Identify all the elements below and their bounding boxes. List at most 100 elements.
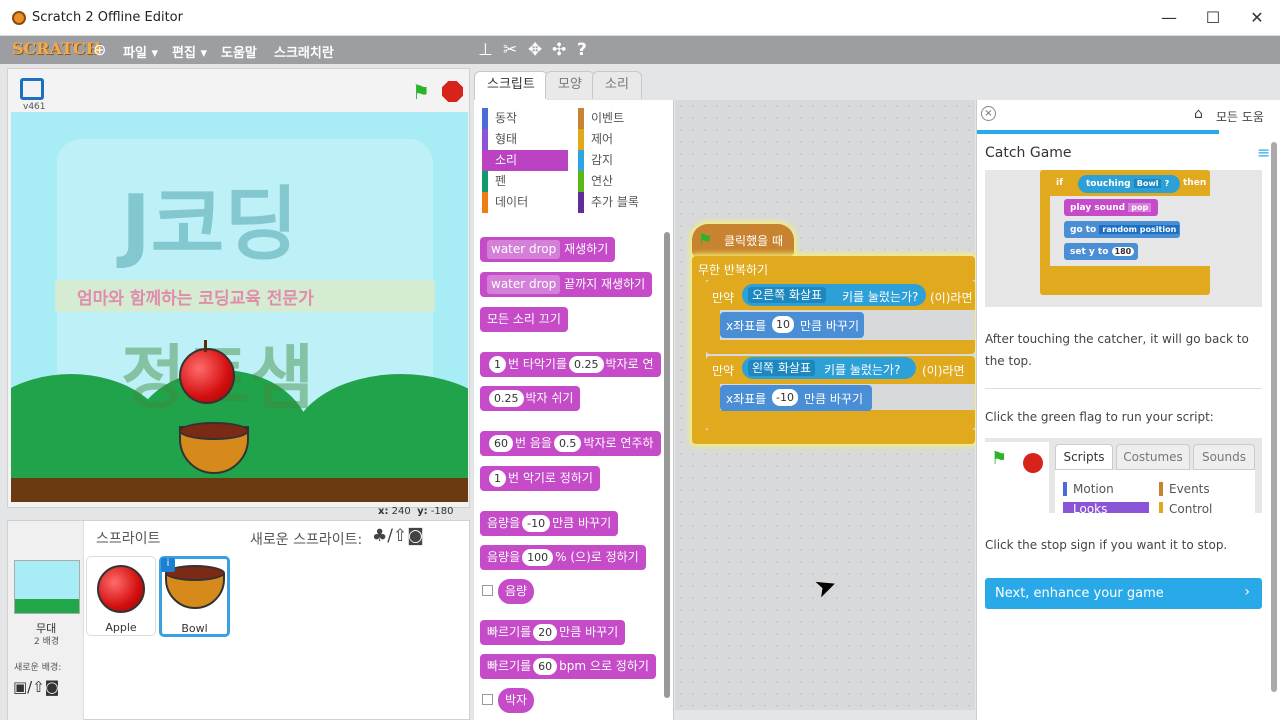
palette-scrollbar[interactable] <box>664 232 670 698</box>
key-pressed-right[interactable]: 오른쪽 화살표 키를 눌렀는가? <box>742 284 926 306</box>
block-text: 박자로 연주하 <box>583 436 654 450</box>
scratch-logo[interactable]: SCRATCH <box>12 39 101 58</box>
menu-edit[interactable]: 편집 ▾ <box>172 42 207 61</box>
all-help-link[interactable]: 모든 도움 <box>1216 108 1264 125</box>
category-pen[interactable]: 펜 <box>482 171 572 192</box>
language-globe-icon[interactable]: ⊕ <box>93 40 106 59</box>
chevron-right-icon: › <box>1244 584 1250 600</box>
input-value[interactable]: 60 <box>533 658 558 675</box>
input-value[interactable]: -10 <box>772 389 798 406</box>
stage-thumbnail[interactable] <box>14 560 80 614</box>
block-text: 끝까지 재생하기 <box>564 277 646 291</box>
tab-costumes[interactable]: 모양 <box>545 71 595 99</box>
stage-canvas[interactable]: J코딩 엄마와 함께하는 코딩교육 전문가 정토샘 <box>11 112 468 502</box>
block-text: 박자 쉬기 <box>525 391 574 405</box>
category-looks[interactable]: 형태 <box>482 129 572 150</box>
close-tips-icon[interactable]: × <box>981 106 996 121</box>
block-rest[interactable]: 0.25 박자 쉬기 <box>480 386 581 411</box>
mini-category: Events <box>1159 482 1210 496</box>
input-value[interactable]: 60 <box>489 435 513 452</box>
mini-category: Motion <box>1063 482 1114 496</box>
maximize-icon[interactable]: ☐ <box>1190 6 1236 30</box>
block-text: 키를 눌렀는가? <box>824 363 901 377</box>
block-change-tempo[interactable]: 빠르기를 20 만큼 바꾸기 <box>480 620 626 645</box>
category-motion[interactable]: 동작 <box>482 108 572 129</box>
block-text: 만약 <box>712 364 735 378</box>
category-sensing[interactable]: 감지 <box>578 150 668 171</box>
block-text: 만큼 바꾸기 <box>804 392 864 406</box>
category-sound[interactable]: 소리 <box>482 150 568 171</box>
input-value[interactable]: 100 <box>522 549 554 566</box>
input-value[interactable]: 10 <box>772 316 794 333</box>
minimize-icon[interactable]: — <box>1146 6 1192 30</box>
input-value[interactable]: 0.25 <box>489 390 524 407</box>
category-operators[interactable]: 연산 <box>578 171 668 192</box>
reporter-tempo[interactable]: 박자 <box>498 688 535 713</box>
tips-menu-icon[interactable]: ≡ <box>1257 143 1270 162</box>
change-x-block-left[interactable]: x좌표를 -10 만큼 바꾸기 <box>720 385 872 411</box>
menu-file[interactable]: 파일 ▾ <box>123 42 158 61</box>
tab-scripts[interactable]: 스크립트 <box>474 71 548 101</box>
green-flag-icon[interactable]: ⚑ <box>412 80 430 104</box>
block-play-drum[interactable]: 1번 타악기를 0.25 박자로 연 <box>480 352 661 377</box>
grow-icon[interactable]: ✥ <box>528 40 542 60</box>
apple-sprite[interactable] <box>179 348 235 404</box>
tab-sounds[interactable]: 소리 <box>592 71 642 99</box>
duplicate-stamp-icon[interactable]: ⊥ <box>478 40 493 60</box>
coord-x-label: x: <box>378 506 389 517</box>
input-value[interactable]: 1 <box>489 356 506 373</box>
backdrop-tools-icons[interactable]: ▣/⇧◙ <box>13 678 59 696</box>
change-x-block-right[interactable]: x좌표를 10 만큼 바꾸기 <box>720 312 864 338</box>
category-control[interactable]: 제어 <box>578 129 668 150</box>
mini-tab: Sounds <box>1193 444 1255 470</box>
category-events[interactable]: 이벤트 <box>578 108 668 129</box>
block-text: 키를 눌렀는가? <box>842 290 919 304</box>
block-set-tempo[interactable]: 빠르기를 60 bpm 으로 정하기 <box>480 654 656 679</box>
tips-scrollbar[interactable] <box>1271 142 1277 692</box>
category-data[interactable]: 데이터 <box>482 192 572 213</box>
menu-help[interactable]: 도움말 <box>221 42 257 61</box>
home-icon[interactable]: ⌂ <box>1194 106 1203 122</box>
block-text: 번 타악기를 <box>508 357 568 371</box>
help-question-icon[interactable]: ? <box>577 40 587 60</box>
hat-block-when-flag-clicked[interactable]: ⚑ 클릭했을 때 <box>692 224 794 256</box>
block-play-sound-until-done[interactable]: water drop 끝까지 재생하기 <box>480 272 653 297</box>
block-text: 무한 반복하기 <box>698 263 769 277</box>
fullscreen-icon[interactable] <box>20 78 44 100</box>
reporter-volume[interactable]: 음량 <box>498 579 535 604</box>
sprite-thumb-apple[interactable]: Apple <box>86 556 156 636</box>
menu-about[interactable]: 스크래치란 <box>274 42 334 61</box>
block-set-instrument[interactable]: 1번 악기로 정하기 <box>480 466 600 491</box>
block-play-sound[interactable]: water drop 재생하기 <box>480 237 616 262</box>
img-text: random position <box>1099 225 1180 234</box>
key-pressed-left[interactable]: 왼쪽 화살표 키를 눌렀는가? <box>742 357 916 379</box>
block-stop-all-sounds[interactable]: 모든 소리 끄기 <box>480 307 568 332</box>
sound-dropdown[interactable]: water drop <box>487 275 561 294</box>
input-value[interactable]: -10 <box>522 515 551 532</box>
new-sprite-tools-icons[interactable]: ♣/⇧◙ <box>372 526 424 546</box>
tips-paragraph-3: Click the stop sign if you want it to st… <box>985 538 1228 552</box>
tips-paragraph-1: After touching the catcher, it will go b… <box>985 332 1249 368</box>
input-value[interactable]: 1 <box>489 470 506 487</box>
key-dropdown[interactable]: 오른쪽 화살표 <box>748 287 827 303</box>
category-more-blocks[interactable]: 추가 블록 <box>578 192 668 213</box>
block-change-volume[interactable]: 음량을 -10 만큼 바꾸기 <box>480 511 619 536</box>
input-value[interactable]: 0.25 <box>569 356 604 373</box>
volume-checkbox[interactable] <box>482 585 493 596</box>
key-dropdown[interactable]: 왼쪽 화살표 <box>748 360 816 376</box>
close-icon[interactable]: ✕ <box>1234 6 1280 30</box>
green-flag-icon: ⚑ <box>698 230 713 249</box>
block-set-volume[interactable]: 음량을 100% (으)로 정하기 <box>480 545 646 570</box>
img-text: ? <box>1164 179 1170 188</box>
tempo-checkbox[interactable] <box>482 694 493 705</box>
tips-paragraph-2: Click the green flag to run your script: <box>985 410 1214 424</box>
info-icon[interactable]: i <box>161 558 175 572</box>
input-value[interactable]: 0.5 <box>553 435 582 452</box>
delete-scissors-icon[interactable]: ✂ <box>503 40 517 60</box>
input-value[interactable]: 20 <box>533 624 558 641</box>
block-play-note[interactable]: 60 번 음을 0.5 박자로 연주하 <box>480 431 661 456</box>
sound-dropdown[interactable]: water drop <box>487 240 561 259</box>
shrink-icon[interactable]: ✣ <box>552 40 566 60</box>
next-tip-button[interactable]: Next, enhance your game › <box>985 578 1262 609</box>
sprite-thumb-bowl[interactable]: Bowl i <box>159 556 230 637</box>
